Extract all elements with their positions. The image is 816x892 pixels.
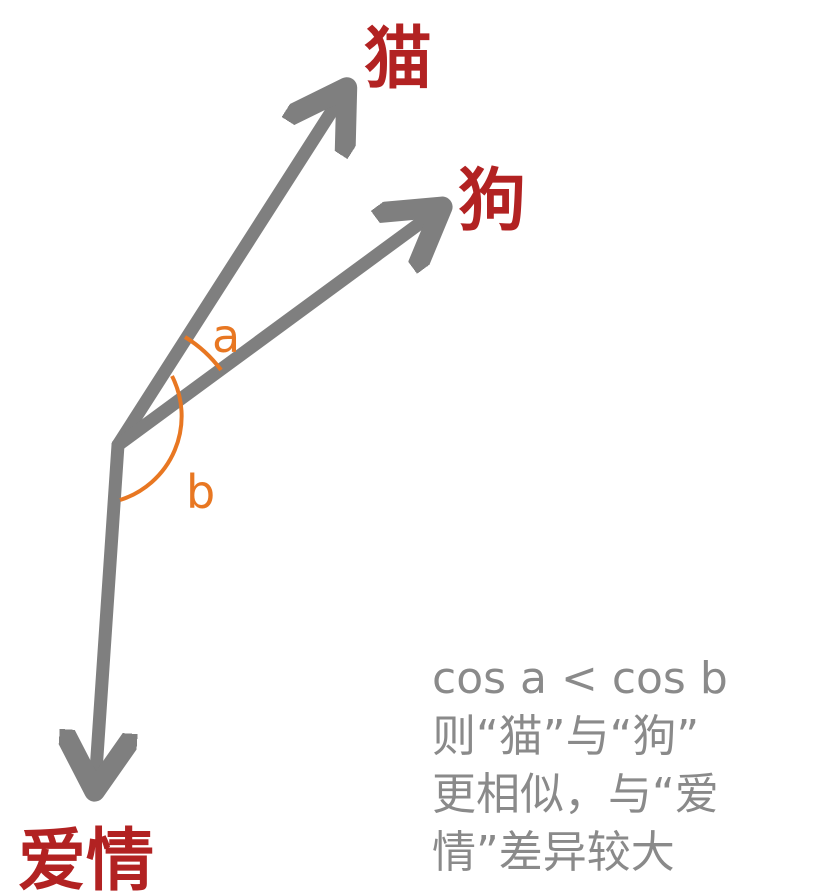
love-label: 爱情: [18, 821, 154, 892]
caption-line-3: 更相似，与“爱: [432, 769, 719, 820]
angle-b-label: b: [186, 465, 215, 519]
love-vector-arrow: [95, 438, 118, 786]
vector-diagram: a b 猫 狗 爱情 cos a < cos b 则“猫”与“狗” 更相似，与“…: [0, 0, 816, 892]
cat-label: 猫: [364, 19, 432, 99]
cosine-explanation: cos a < cos b 则“猫”与“狗” 更相似，与“爱 情”差异较大: [432, 650, 812, 882]
dog-label: 狗: [458, 161, 526, 241]
caption-line-2: 则“猫”与“狗”: [432, 711, 700, 762]
cat-vector-arrow: [111, 92, 344, 452]
caption-line-4: 情”差异较大: [432, 827, 675, 878]
caption-line-1: cos a < cos b: [432, 653, 728, 704]
dog-vector-arrow: [111, 210, 438, 452]
angle-a-label: a: [212, 309, 240, 363]
